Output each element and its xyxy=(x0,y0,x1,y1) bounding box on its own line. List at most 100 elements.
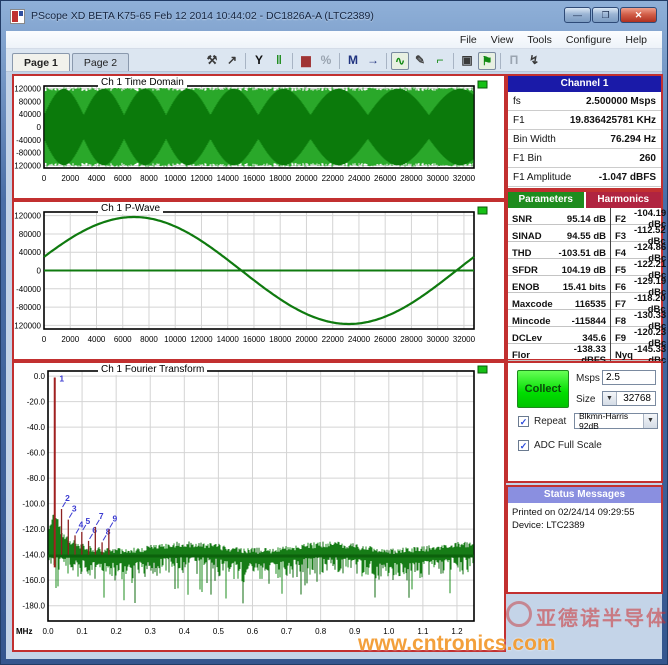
measurement-row-thd: THD-103.51 dBF4-124.86 dBc xyxy=(508,242,661,259)
tab-page-2[interactable]: Page 2 xyxy=(72,53,129,71)
y-scale-icon[interactable]: Y xyxy=(250,52,268,70)
p-wave-plot[interactable]: 12000080000400000-40000-80000-1200000200… xyxy=(14,202,502,357)
time-domain-plot[interactable]: 12000080000400000-40000-80000-1200000200… xyxy=(14,76,502,196)
maximize-button[interactable]: ❐ xyxy=(592,7,619,23)
avg-m-icon[interactable]: M xyxy=(344,52,362,70)
svg-text:30000: 30000 xyxy=(427,335,450,344)
notes-icon[interactable]: ✎ xyxy=(411,52,429,70)
svg-text:0: 0 xyxy=(42,335,47,344)
svg-text:80000: 80000 xyxy=(19,230,42,239)
measurement-row-enob: ENOB15.41 bitsF6-129.19 dBc xyxy=(508,276,661,293)
continuous-collect-icon[interactable]: ∿ xyxy=(391,52,409,70)
channel-panel-header: Channel 1 xyxy=(508,76,661,92)
menu-item-file[interactable]: File xyxy=(453,32,484,48)
svg-text:-120000: -120000 xyxy=(14,321,42,330)
channel-row-fs: fs2.500000 Msps xyxy=(508,92,661,111)
menu-item-view[interactable]: View xyxy=(484,32,521,48)
watermark-stamp xyxy=(506,601,532,627)
window-shape-icon[interactable]: ⌐ xyxy=(431,52,449,70)
svg-text:-60.0: -60.0 xyxy=(27,449,46,458)
channel-row-label: F1 Bin xyxy=(513,153,542,164)
param-value: 104.19 dB xyxy=(554,265,610,276)
window-value: Blkmn-Harris 92dB xyxy=(575,411,643,431)
svg-text:0: 0 xyxy=(37,267,42,276)
svg-text:0.5: 0.5 xyxy=(213,627,225,636)
tab-page-1[interactable]: Page 1 xyxy=(12,53,70,71)
export-icon[interactable]: ↯ xyxy=(525,52,543,70)
svg-text:0.4: 0.4 xyxy=(179,627,191,636)
size-combobox[interactable]: ▼ 32768 xyxy=(602,391,656,406)
measurement-row-dclev: DCLev345.6F9-120.23 dBc xyxy=(508,327,661,344)
param-value: 345.6 xyxy=(554,333,610,344)
minimize-button[interactable]: — xyxy=(564,7,591,23)
toolbar-separator xyxy=(245,53,246,69)
percent-icon[interactable]: % xyxy=(317,52,335,70)
svg-text:40000: 40000 xyxy=(19,110,42,119)
close-button[interactable]: ✕ xyxy=(620,7,657,23)
adc-full-scale-checkbox[interactable]: ✓ xyxy=(518,440,529,451)
toolbar-separator xyxy=(292,53,293,69)
svg-text:6000: 6000 xyxy=(114,335,132,344)
collect-button[interactable]: Collect xyxy=(517,370,569,408)
msps-input[interactable]: 2.5 xyxy=(602,370,656,385)
svg-text:10000: 10000 xyxy=(164,335,187,344)
harmonics-header: Harmonics xyxy=(586,192,662,208)
fourier-plot[interactable]: 0.0-20.0-40.0-60.0-80.0-100.0-120.0-140.… xyxy=(14,363,502,648)
app-window: PScope XD BETA K75-65 Feb 12 2014 10:44:… xyxy=(0,0,668,665)
svg-text:28000: 28000 xyxy=(400,174,423,183)
flag-icon[interactable]: ⚑ xyxy=(478,52,496,70)
size-value: 32768 xyxy=(617,393,655,404)
repeat-checkbox-row: ✓ Repeat xyxy=(518,416,566,427)
svg-text:32000: 32000 xyxy=(453,335,476,344)
channel-row-value: 19.836425781 KHz xyxy=(570,115,656,126)
client-area: FileViewToolsConfigureHelp Page 1Page 2 … xyxy=(6,31,662,659)
svg-text:120000: 120000 xyxy=(14,212,41,221)
param-label: Flor xyxy=(508,350,554,361)
svg-text:40000: 40000 xyxy=(19,248,42,257)
param-value: 15.41 bits xyxy=(554,282,610,293)
svg-text:-120000: -120000 xyxy=(14,161,42,170)
status-messages-panel: Status Messages Printed on 02/24/14 09:2… xyxy=(506,485,663,594)
title-bar[interactable]: PScope XD BETA K75-65 Feb 12 2014 10:44:… xyxy=(1,1,667,31)
svg-text:14000: 14000 xyxy=(217,174,240,183)
adc-full-scale-checkbox-row: ✓ ADC Full Scale xyxy=(518,440,602,451)
channel-rows: fs2.500000 MspsF119.836425781 KHzBin Wid… xyxy=(508,92,661,187)
svg-text:22000: 22000 xyxy=(322,174,345,183)
pointer-tool-icon[interactable]: ↗ xyxy=(223,52,241,70)
svg-text:28000: 28000 xyxy=(400,335,423,344)
channel-row-label: Bin Width xyxy=(513,134,556,145)
status-panel-header: Status Messages xyxy=(508,487,661,503)
channel-row-value: 76.294 Hz xyxy=(610,134,656,145)
menu-item-help[interactable]: Help xyxy=(618,32,654,48)
toolbar-separator xyxy=(386,53,387,69)
bar-graph-icon[interactable]: ▆ xyxy=(297,52,315,70)
svg-text:2000: 2000 xyxy=(61,335,79,344)
svg-text:8000: 8000 xyxy=(140,335,158,344)
svg-text:-40000: -40000 xyxy=(16,136,41,145)
svg-text:-80000: -80000 xyxy=(16,149,41,158)
channel-info-panel: Channel 1 fs2.500000 MspsF119.836425781 … xyxy=(506,74,663,190)
svg-text:12000: 12000 xyxy=(190,335,213,344)
measurement-row-snr: SNR95.14 dBF2-104.19 dBc xyxy=(508,208,661,225)
msps-label: Msps xyxy=(576,373,600,384)
param-value: -103.51 dB xyxy=(554,248,610,259)
avg-arrow-icon[interactable]: → xyxy=(364,52,382,70)
status-line: Printed on 02/24/14 09:29:55 xyxy=(512,506,657,519)
tab-bar: Page 1Page 2 ⚒↗ Y‖ ▆% M→ ∿✎⌐ ▣⚑ Π↯ xyxy=(6,49,662,72)
svg-text:0.0: 0.0 xyxy=(34,372,46,381)
svg-text:4000: 4000 xyxy=(88,174,106,183)
window-combobox[interactable]: Blkmn-Harris 92dB ▼ xyxy=(574,413,658,429)
tools-icon[interactable]: ⚒ xyxy=(203,52,221,70)
menu-item-configure[interactable]: Configure xyxy=(559,32,619,48)
window-title: PScope XD BETA K75-65 Feb 12 2014 10:44:… xyxy=(31,10,374,22)
repeat-label: Repeat xyxy=(534,416,566,427)
snapshot-icon[interactable]: ▣ xyxy=(458,52,476,70)
cursors-icon[interactable]: ‖ xyxy=(270,52,288,70)
window-dropdown-arrow-icon[interactable]: ▼ xyxy=(643,414,657,428)
svg-text:-80000: -80000 xyxy=(16,303,41,312)
repeat-checkbox[interactable]: ✓ xyxy=(518,416,529,427)
size-dropdown-arrow-icon[interactable]: ▼ xyxy=(603,392,617,405)
menu-item-tools[interactable]: Tools xyxy=(520,32,559,48)
main-content: Ch 1 Time Domain 12000080000400000-40000… xyxy=(6,72,662,659)
pi-filter-icon[interactable]: Π xyxy=(505,52,523,70)
